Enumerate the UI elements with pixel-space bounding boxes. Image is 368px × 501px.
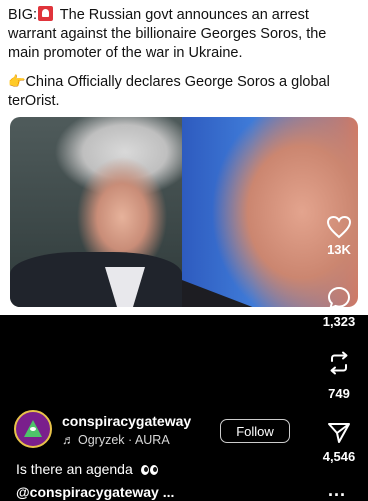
music-track: Ogryzek · AURA	[77, 433, 170, 447]
heart-icon	[326, 215, 352, 239]
photo-left-portrait	[10, 117, 182, 307]
share-action[interactable]: 4,546	[309, 420, 368, 464]
follow-button[interactable]: Follow	[220, 419, 290, 443]
caption-text: Is there an agenda	[16, 461, 133, 477]
more-options-button[interactable]: ...	[328, 480, 346, 501]
share-count: 4,546	[322, 449, 356, 464]
siren-icon	[38, 6, 54, 21]
post-content: BIG: The Russian govt announces an arres…	[0, 0, 368, 315]
repost-action[interactable]: 749	[309, 350, 368, 401]
username[interactable]: conspiracygateway	[62, 413, 191, 429]
eyes-icon	[140, 461, 159, 477]
tweet-text: BIG: The Russian govt announces an arres…	[8, 6, 360, 120]
photo-left-suit	[10, 252, 182, 307]
avatar[interactable]	[14, 410, 52, 448]
tweet-line2: China Officially declares George Soros a…	[8, 74, 330, 109]
photo-right-portrait	[182, 117, 358, 307]
comment-icon	[327, 286, 351, 310]
repost-count: 749	[328, 386, 350, 401]
music-note-icon: ♬	[62, 433, 75, 447]
eye-icon	[30, 427, 36, 431]
send-icon	[328, 423, 350, 443]
comment-action[interactable]: 1,323	[309, 285, 368, 329]
repost-icon	[330, 351, 348, 375]
tweet-body: The Russian govt announces an arrest war…	[8, 7, 327, 61]
tweet-paragraph-2: 👉China Officially declares George Soros …	[8, 72, 360, 111]
tweet-paragraph-1: BIG: The Russian govt announces an arres…	[8, 6, 360, 63]
like-action[interactable]: 13K	[309, 215, 368, 257]
pointing-hand-icon: 👉	[8, 73, 26, 89]
caption[interactable]: Is there an agenda	[16, 461, 159, 477]
post-photo[interactable]	[10, 117, 358, 307]
like-count: 13K	[327, 242, 351, 257]
music-info[interactable]: ♬ Ogryzek · AURA	[62, 433, 170, 447]
comment-count: 1,323	[322, 314, 356, 329]
tweet-prefix: BIG:	[8, 7, 38, 23]
caption-handle[interactable]: @conspiracygateway ...	[16, 484, 174, 500]
